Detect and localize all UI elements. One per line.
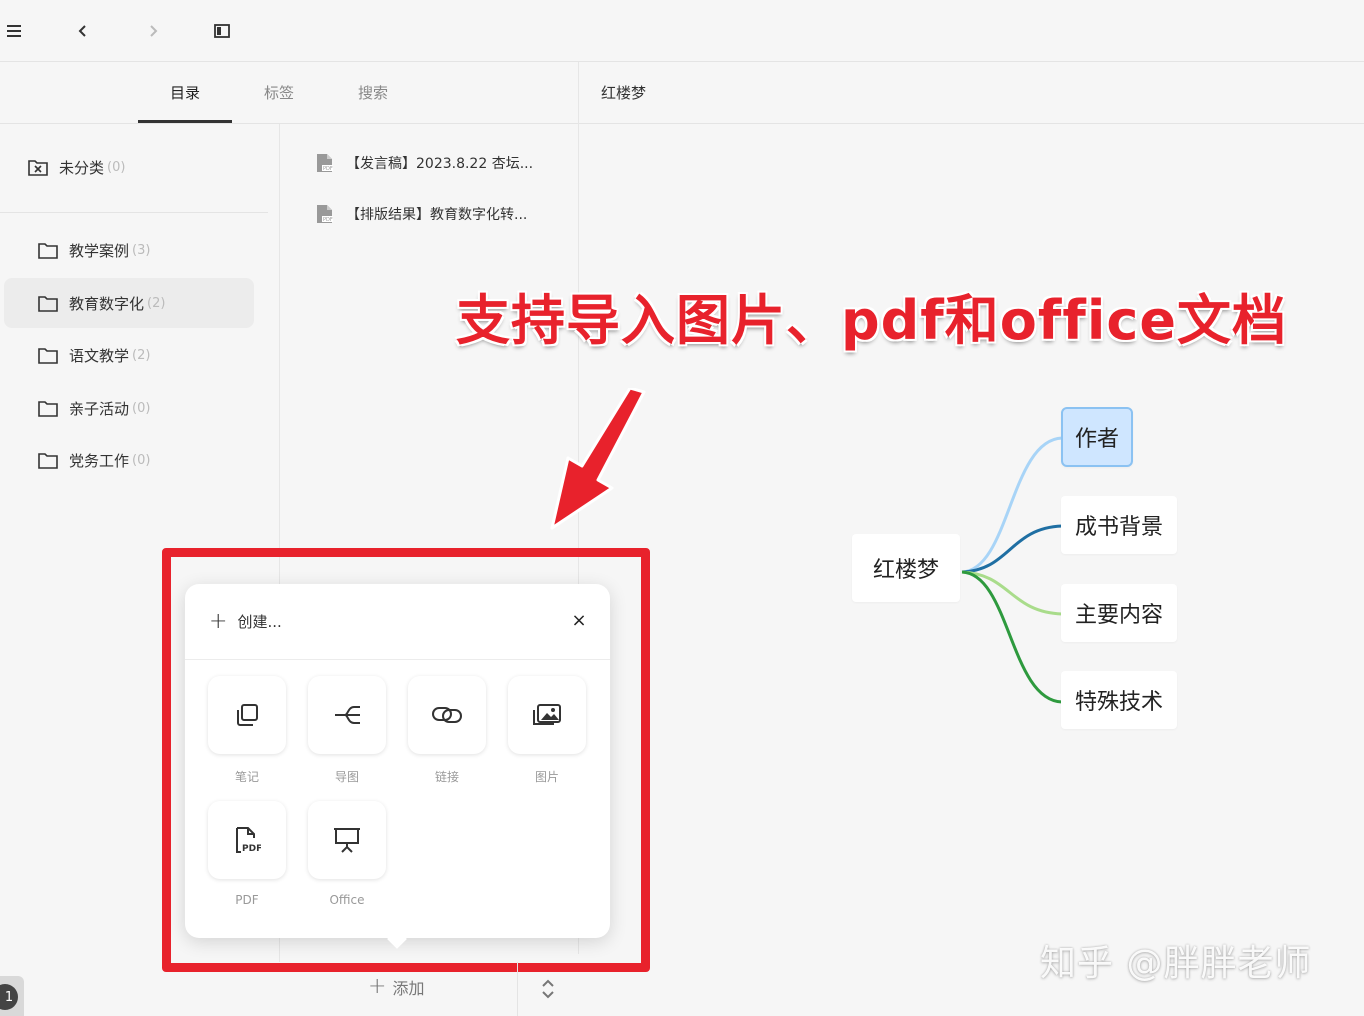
footer-divider [517,962,518,1016]
item-label: 导图 [334,770,359,784]
mindmap-icon [335,706,360,724]
mindmap-link [961,436,1063,574]
sort-icon[interactable] [538,978,558,1000]
create-popup: + 创建... × 笔记 导图 链接 图片 PDF PDF Office [185,584,610,949]
create-link-button[interactable]: 链接 [407,676,487,785]
svg-text:PDF: PDF [242,844,261,854]
add-button[interactable]: + 添加 [368,974,424,999]
create-image-button[interactable]: 图片 [507,676,587,785]
file-list-footer: + 添加 [280,962,578,1016]
annotation-arrow-icon [550,388,646,530]
create-pdf-button[interactable]: PDF PDF [207,801,287,907]
item-label: 笔记 [234,770,259,784]
mindmap-link [961,570,1063,704]
item-label: 链接 [434,770,459,784]
add-label: 添加 [392,978,425,998]
image-icon [533,704,561,725]
mindmap-node[interactable]: 主要内容 [1061,584,1177,642]
presentation-icon [334,828,360,853]
close-icon[interactable]: × [569,610,589,631]
item-label: PDF [235,893,259,907]
annotation-headline: 支持导入图片、pdf和office文档 [456,289,1288,352]
item-label: 图片 [534,770,559,784]
mindmap-node[interactable]: 特殊技术 [1061,671,1177,729]
create-title-label: 创建... [237,613,282,631]
link-icon [432,707,462,723]
create-mindmap-button[interactable]: 导图 [307,676,387,785]
mindmap-root-node[interactable]: 红楼梦 [852,534,960,602]
mindmap-node[interactable]: 作者 [1061,407,1133,467]
note-icon [237,704,258,726]
create-title: + 创建... [209,609,282,634]
plus-icon: + [209,609,228,634]
pdf-icon: PDF [236,827,261,854]
watermark: 知乎 @胖胖老师 [1040,943,1312,984]
popup-header: + 创建... × [185,584,610,660]
plus-icon: + [368,974,387,999]
mindmap-node[interactable]: 成书背景 [1061,496,1177,554]
create-note-button[interactable]: 笔记 [207,676,287,785]
item-label: Office [329,893,365,907]
create-office-button[interactable]: Office [307,801,387,907]
